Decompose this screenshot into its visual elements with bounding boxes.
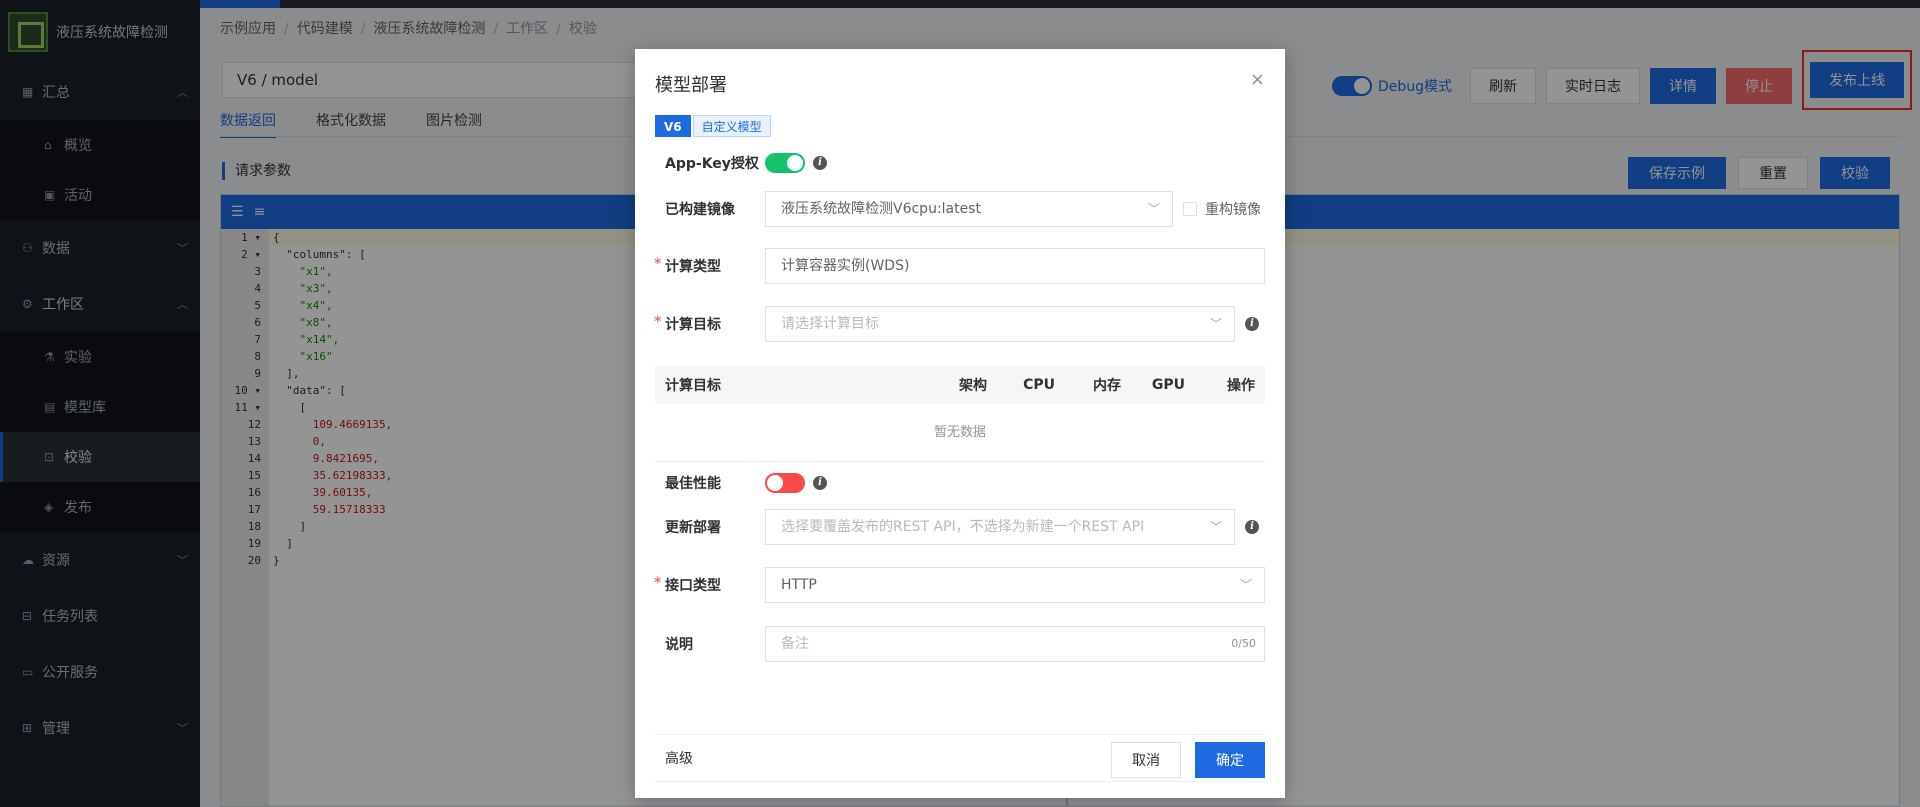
- cancel-button[interactable]: 取消: [1111, 742, 1181, 778]
- compute-target-label: 计算目标: [654, 314, 765, 334]
- info-icon[interactable]: i: [1245, 520, 1259, 534]
- api-type-value: HTTP: [781, 577, 817, 593]
- appkey-row: App-Key授权 i: [655, 153, 1265, 173]
- info-icon[interactable]: i: [813, 156, 827, 170]
- best-perf-row: 最佳性能 i: [655, 473, 1265, 493]
- chevron-down-icon: ﹀: [1239, 578, 1252, 592]
- image-select-value: 液压系统故障检测V6cpu:latest: [781, 201, 982, 217]
- api-type-row: 接口类型 HTTP ﹀: [654, 567, 1265, 603]
- compute-target-select[interactable]: 请选择计算目标 ﹀: [765, 306, 1235, 342]
- image-select[interactable]: 液压系统故障检测V6cpu:latest ﹀: [765, 191, 1173, 227]
- confirm-button[interactable]: 确定: [1195, 742, 1265, 778]
- model-tags: V6 自定义模型: [655, 115, 771, 137]
- th-target: 计算目标: [665, 378, 721, 394]
- api-type-select[interactable]: HTTP ﹀: [765, 567, 1265, 603]
- th-gpu: GPU: [1151, 377, 1185, 393]
- update-deploy-placeholder: 选择要覆盖发布的REST API，不选择为新建一个REST API: [781, 519, 1145, 535]
- api-type-label: 接口类型: [654, 575, 765, 595]
- th-memory: 内存: [1093, 378, 1121, 394]
- deploy-modal: 模型部署 × V6 自定义模型 App-Key授权 i 已构建镜像 液压系统故障…: [635, 49, 1285, 798]
- image-label: 已构建镜像: [665, 202, 735, 218]
- chevron-down-icon: ﹀: [1209, 317, 1222, 331]
- appkey-label: App-Key授权: [665, 156, 759, 172]
- chevron-down-icon: ﹀: [1147, 202, 1160, 216]
- app-root: 液压系统故障检测 ▦ 汇总 ︿ ⌂ 概览 ▣ 活动 ⚇ 数据 ﹀ ⚙ 工作区 ︿ ⚗ 实验 ▤ 模型库 ⊡ 校验 ◈ 发…: [0, 0, 1920, 807]
- update-deploy-row: 更新部署 选择要覆盖发布的REST API，不选择为新建一个REST API ﹀…: [655, 509, 1265, 545]
- rebuild-checkbox[interactable]: [1183, 202, 1197, 216]
- desc-textarea[interactable]: 备注 0/50: [765, 626, 1265, 662]
- update-deploy-select[interactable]: 选择要覆盖发布的REST API，不选择为新建一个REST API ﹀: [765, 509, 1235, 545]
- tag-version[interactable]: V6: [655, 115, 691, 137]
- close-icon[interactable]: ×: [1250, 69, 1265, 90]
- best-perf-toggle[interactable]: [765, 473, 805, 493]
- rebuild-label: 重构镜像: [1205, 202, 1261, 218]
- th-action: 操作: [1227, 378, 1255, 394]
- advanced-label: 高级: [665, 751, 693, 767]
- compute-type-input[interactable]: 计算容器实例(WDS): [765, 248, 1265, 284]
- target-table-header: 计算目标 架构 CPU 内存 GPU 操作: [655, 366, 1265, 404]
- modal-title: 模型部署: [655, 75, 727, 96]
- compute-type-row: 计算类型 计算容器实例(WDS): [654, 248, 1265, 284]
- th-cpu: CPU: [1023, 377, 1055, 393]
- chevron-down-icon: ﹀: [1209, 520, 1222, 534]
- desc-row: 说明 备注 0/50: [655, 626, 1265, 662]
- best-perf-label: 最佳性能: [665, 476, 721, 492]
- update-deploy-label: 更新部署: [665, 520, 721, 536]
- compute-type-label: 计算类型: [654, 256, 765, 276]
- image-row: 已构建镜像 液压系统故障检测V6cpu:latest ﹀ 重构镜像: [655, 191, 1265, 227]
- compute-target-row: 计算目标 请选择计算目标 ﹀ i: [654, 306, 1265, 342]
- table-empty: 暂无数据: [655, 404, 1265, 462]
- compute-target-placeholder: 请选择计算目标: [781, 316, 879, 332]
- tag-custom-model[interactable]: 自定义模型: [692, 115, 771, 137]
- desc-label: 说明: [665, 637, 693, 653]
- info-icon[interactable]: i: [813, 476, 827, 490]
- desc-placeholder: 备注: [781, 636, 809, 652]
- desc-count: 0/50: [1231, 637, 1256, 650]
- modal-footer: 取消 确定: [1111, 742, 1265, 778]
- appkey-toggle[interactable]: [765, 153, 805, 173]
- info-icon[interactable]: i: [1245, 317, 1259, 331]
- th-arch: 架构: [959, 378, 987, 394]
